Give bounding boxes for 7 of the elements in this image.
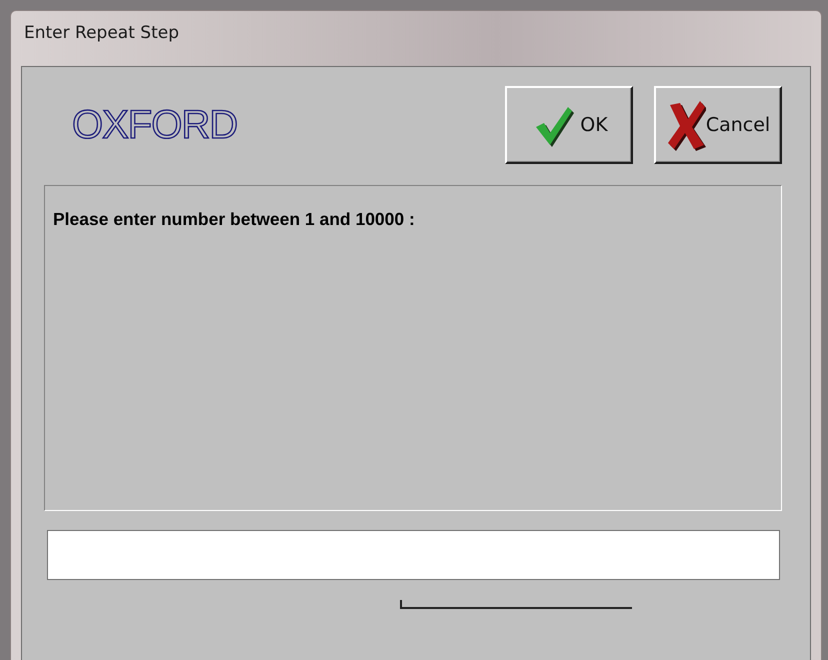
prompt-text: Please enter number between 1 and 10000 : [53,208,416,231]
ok-button[interactable]: OK [505,86,633,164]
window-title: Enter Repeat Step [24,23,179,43]
input-field[interactable] [47,530,780,580]
x-mark-icon [666,99,706,151]
cancel-button[interactable]: Cancel [654,86,782,164]
logo: OXFORD [72,102,238,149]
